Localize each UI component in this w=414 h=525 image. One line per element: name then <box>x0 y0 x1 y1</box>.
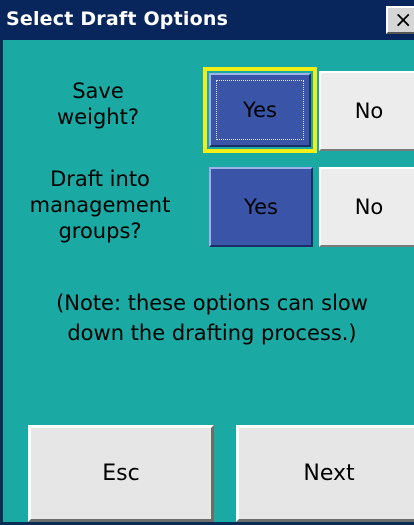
window-title: Select Draft Options <box>6 8 229 30</box>
save-weight-label-line-1: Save <box>72 79 124 103</box>
next-button[interactable]: Next <box>236 425 414 522</box>
focus-indicator <box>216 80 304 140</box>
save-weight-label-line-2: weight? <box>57 105 139 129</box>
draft-groups-no-label: No <box>354 195 384 219</box>
draft-groups-label-line-1: Draft into <box>50 167 150 191</box>
next-button-label: Next <box>303 461 355 486</box>
save-weight-no-button[interactable]: No <box>319 71 414 151</box>
save-weight-yes-button[interactable]: Yes <box>209 73 311 147</box>
note-line-2: down the drafting process.) <box>67 321 357 345</box>
esc-button-label: Esc <box>102 461 140 486</box>
window-frame-left <box>0 40 3 525</box>
close-icon: × <box>394 8 413 33</box>
draft-groups-yes-label: Yes <box>244 195 278 219</box>
note-line-1: (Note: these options can slow <box>56 291 368 315</box>
draft-groups-label-line-2: management <box>29 193 171 217</box>
note-text: (Note: these options can slow down the d… <box>12 288 412 348</box>
title-bar: Select Draft Options × <box>0 0 414 40</box>
save-weight-no-label: No <box>354 99 384 123</box>
draft-groups-label-line-3: groups? <box>58 219 142 243</box>
draft-groups-yes-button[interactable]: Yes <box>209 167 313 247</box>
close-button[interactable]: × <box>386 6 414 34</box>
esc-button[interactable]: Esc <box>28 425 214 522</box>
draft-groups-label: Draft into management groups? <box>0 166 200 244</box>
save-weight-label: Save weight? <box>18 78 178 130</box>
draft-groups-no-button[interactable]: No <box>319 167 414 247</box>
